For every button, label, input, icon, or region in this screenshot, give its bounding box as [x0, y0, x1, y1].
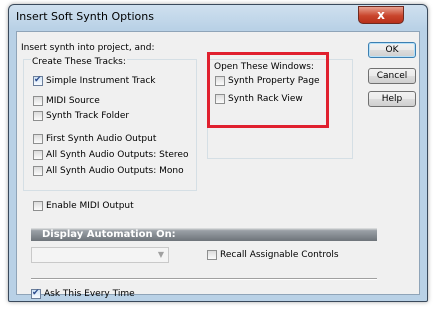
simple-instrument-track-checkbox[interactable]	[33, 75, 43, 86]
synth-property-page-label: Synth Property Page	[228, 76, 320, 86]
synth-track-folder-label: Synth Track Folder	[46, 111, 130, 121]
close-button[interactable]: x	[358, 6, 404, 24]
automation-combo[interactable]: ▼	[31, 247, 169, 263]
display-automation-header: Display Automation On:	[31, 228, 377, 241]
help-button[interactable]: Help	[368, 91, 416, 107]
synth-track-folder-checkbox[interactable]	[33, 111, 43, 121]
midi-source-label: MIDI Source	[46, 96, 100, 106]
create-tracks-header: Create These Tracks:	[31, 57, 127, 68]
open-windows-header: Open These Windows:	[214, 62, 314, 72]
close-icon: x	[377, 8, 385, 22]
all-outputs-mono-label: All Synth Audio Outputs: Mono	[46, 166, 184, 176]
cancel-button[interactable]: Cancel	[368, 68, 416, 84]
recall-assignable-controls-checkbox[interactable]	[207, 250, 217, 260]
separator	[31, 278, 377, 280]
open-windows-group	[207, 59, 353, 159]
simple-instrument-track-label: Simple Instrument Track	[46, 76, 156, 86]
first-synth-audio-output-checkbox[interactable]	[33, 134, 43, 144]
enable-midi-output-checkbox[interactable]	[33, 201, 43, 211]
chevron-down-icon: ▼	[157, 250, 164, 259]
dialog-window: Insert Soft Synth Options x Insert synth…	[8, 4, 428, 302]
synth-rack-view-checkbox[interactable]	[215, 94, 225, 104]
ask-every-time-label: Ask This Every Time	[44, 289, 135, 299]
synth-rack-view-label: Synth Rack View	[228, 94, 303, 104]
all-outputs-stereo-checkbox[interactable]	[33, 150, 43, 160]
ok-button[interactable]: OK	[368, 42, 416, 58]
all-outputs-stereo-label: All Synth Audio Outputs: Stereo	[46, 150, 189, 160]
dialog-client-area: Insert synth into project, and: Create T…	[16, 31, 420, 299]
recall-assignable-controls-label: Recall Assignable Controls	[220, 250, 339, 260]
all-outputs-mono-checkbox[interactable]	[33, 166, 43, 176]
first-synth-audio-output-label: First Synth Audio Output	[46, 134, 157, 144]
ask-every-time-checkbox[interactable]	[31, 288, 41, 299]
synth-property-page-checkbox[interactable]	[215, 76, 225, 86]
midi-source-checkbox[interactable]	[33, 96, 43, 106]
intro-label: Insert synth into project, and:	[21, 43, 155, 53]
window-title: Insert Soft Synth Options	[16, 10, 154, 23]
enable-midi-output-label: Enable MIDI Output	[46, 201, 134, 211]
